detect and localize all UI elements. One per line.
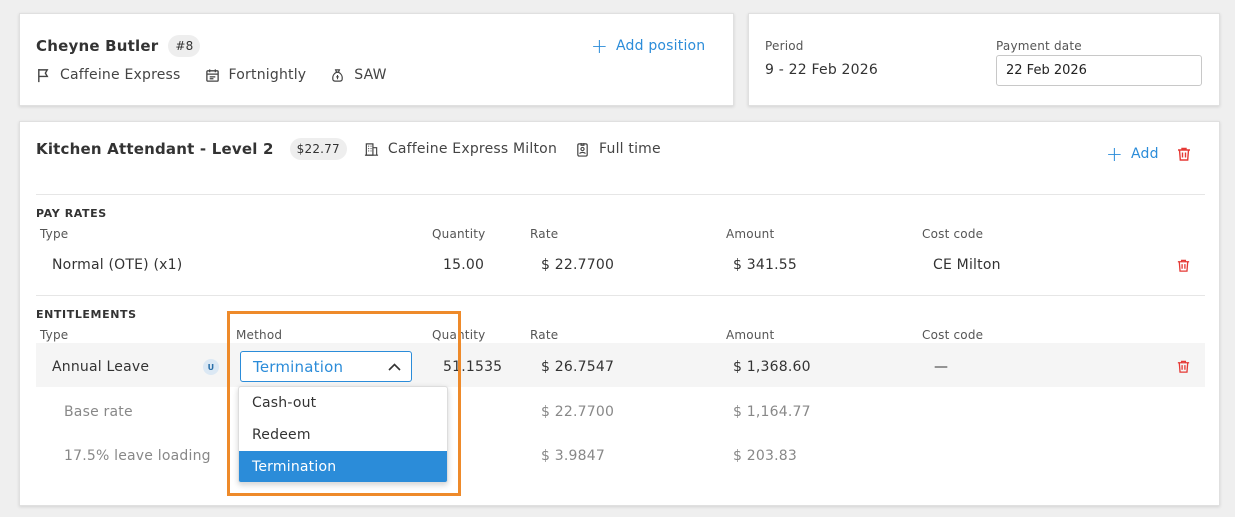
chevron-up-icon: [388, 362, 401, 371]
plus-icon: +: [1106, 142, 1123, 166]
employee-name: Cheyne Butler: [36, 37, 159, 55]
pay-rate-amount: $ 341.55: [733, 257, 797, 273]
position-title: Kitchen Attendant - Level 2: [36, 140, 274, 158]
business-meta: Caffeine Express: [36, 67, 181, 83]
location-name: Caffeine Express Milton: [387, 141, 558, 157]
leave-loading-rate: $ 3.9847: [541, 448, 605, 464]
entitlements-type-header: Type: [40, 328, 69, 342]
employment-type: Full time: [599, 141, 661, 157]
position-card: Kitchen Attendant - Level 2 $22.77 Caffe…: [19, 121, 1220, 506]
award-name: SAW: [354, 67, 387, 83]
entitlement-amount: $ 1,368.60: [733, 359, 811, 375]
method-option-termination[interactable]: Termination: [239, 451, 447, 482]
period-card: Period 9 - 22 Feb 2026 Payment date: [748, 13, 1220, 106]
leave-loading-type: 17.5% leave loading: [64, 448, 211, 464]
method-select-value: Termination: [253, 357, 344, 376]
delete-position-trash-icon[interactable]: [1176, 146, 1192, 162]
method-option-redeem[interactable]: Redeem: [239, 419, 447, 451]
award-meta: SAW: [330, 67, 387, 83]
entitlements-title: ENTITLEMENTS: [36, 308, 137, 321]
entitlements-amount-header: Amount: [726, 328, 775, 342]
pay-frequency: Fortnightly: [228, 67, 307, 83]
pay-rate-cost-code[interactable]: CE Milton: [933, 257, 1001, 273]
employee-number-badge: #8: [168, 35, 201, 57]
payment-date-label: Payment date: [996, 39, 1082, 53]
base-rate-amount: $ 1,164.77: [733, 404, 811, 420]
badge-icon: [577, 142, 588, 157]
entitlements-cost-code-header: Cost code: [922, 328, 984, 342]
entitlements-rate-header: Rate: [530, 328, 559, 342]
pay-rate-rate[interactable]: $ 22.7700: [541, 257, 614, 273]
add-label: Add: [1130, 146, 1159, 162]
entitlement-quantity[interactable]: 51.1535: [443, 359, 502, 375]
flag-icon: [38, 68, 49, 82]
frequency-meta: Fortnightly: [205, 67, 307, 83]
base-rate-rate: $ 22.7700: [541, 404, 615, 420]
payment-date-input[interactable]: [996, 55, 1202, 86]
entitlement-cost-code[interactable]: —: [934, 359, 948, 375]
pay-rates-type-header: Type: [40, 227, 69, 241]
entitlement-rate: $ 26.7547: [541, 359, 615, 375]
add-position-button[interactable]: + Add position: [591, 34, 706, 58]
divider: [36, 295, 1205, 296]
entitlement-type: Annual Leave: [52, 359, 150, 375]
money-bag-icon: [332, 68, 344, 82]
method-dropdown: Cash-out Redeem Termination: [238, 386, 448, 483]
pay-rate-quantity[interactable]: 15.00: [443, 257, 484, 273]
calendar-icon: [205, 68, 219, 82]
plus-icon: +: [591, 34, 608, 58]
entitlements-quantity-header: Quantity: [432, 328, 486, 342]
entitlements-method-header: Method: [236, 328, 283, 342]
pay-rates-cost-code-header: Cost code: [922, 227, 984, 241]
employment-type-meta: Full time: [575, 141, 661, 157]
entitlement-u-badge: U: [203, 359, 219, 375]
divider: [36, 194, 1205, 195]
method-option-cash-out[interactable]: Cash-out: [239, 387, 447, 419]
leave-loading-amount: $ 203.83: [733, 448, 797, 464]
add-position-label: Add position: [615, 38, 706, 54]
pay-rates-title: PAY RATES: [36, 207, 107, 220]
base-rate-type: Base rate: [64, 404, 133, 420]
location-meta: Caffeine Express Milton: [364, 141, 557, 157]
pay-rates-quantity-header: Quantity: [432, 227, 486, 241]
business-name: Caffeine Express: [60, 67, 181, 83]
employee-card: Cheyne Butler #8 Caffeine Express Fortni…: [19, 13, 734, 106]
pay-rates-rate-header: Rate: [530, 227, 559, 241]
method-select[interactable]: Termination: [240, 351, 412, 382]
pay-rate-type: Normal (OTE) (x1): [52, 257, 183, 273]
position-rate-badge: $22.77: [289, 138, 347, 160]
delete-entitlement-trash-icon[interactable]: [1176, 359, 1191, 374]
building-icon: [364, 142, 378, 156]
period-label: Period: [765, 39, 804, 53]
add-button[interactable]: + Add: [1106, 142, 1159, 166]
delete-pay-rate-trash-icon[interactable]: [1176, 258, 1191, 273]
pay-rates-amount-header: Amount: [726, 227, 775, 241]
period-value: 9 - 22 Feb 2026: [765, 62, 878, 78]
